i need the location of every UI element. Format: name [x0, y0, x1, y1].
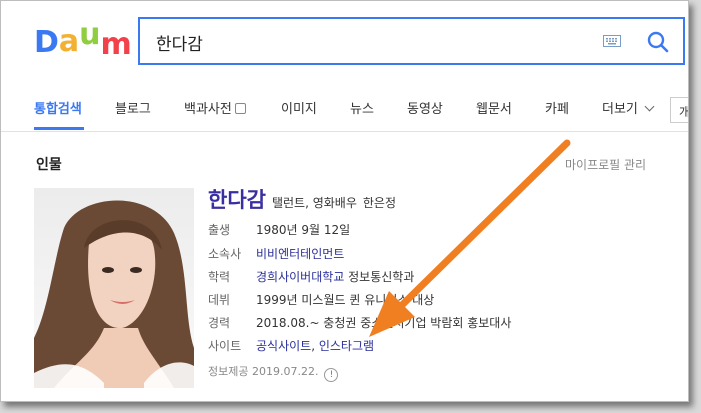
info-value: 1980년 9월 12일: [256, 223, 351, 237]
link-separator: ,: [311, 339, 319, 353]
info-value: 정보통신학과: [344, 270, 415, 284]
nav-extra-box[interactable]: 개: [670, 97, 688, 123]
info-icon[interactable]: !: [324, 368, 339, 382]
info-row-site: 사이트 공식사이트, 인스타그램: [208, 337, 374, 354]
logo-letter-u: u: [79, 17, 101, 52]
profile-manage-link[interactable]: 마이프로필 관리: [565, 156, 646, 173]
search-box: [138, 17, 685, 65]
info-row-agency: 소속사 비비엔터테인먼트: [208, 245, 344, 262]
person-photo[interactable]: [34, 188, 194, 388]
browser-page: D a u m 통합검색 블로그 백과사전 이미지 뉴스 동영상 웹문서 카페 …: [0, 0, 689, 402]
search-icon[interactable]: [645, 29, 671, 55]
info-row-birth: 출생 1980년 9월 12일: [208, 221, 350, 238]
section-title: 인물: [36, 157, 62, 173]
info-label: 소속사: [208, 247, 242, 261]
person-header: 한다감 탤런트, 영화배우 한은정: [208, 184, 396, 214]
logo-letter-a: a: [58, 24, 80, 59]
info-label: 학력: [208, 270, 231, 284]
info-label: 출생: [208, 223, 231, 237]
tab-integrated-search[interactable]: 통합검색: [34, 98, 82, 117]
tab-more-label: 더보기: [602, 102, 638, 117]
person-name-link[interactable]: 한다감: [208, 188, 266, 212]
search-tabs: 통합검색 블로그 백과사전 이미지 뉴스 동영상 웹문서 카페 더보기: [1, 89, 688, 132]
university-link[interactable]: 경희사이버대학교: [256, 270, 344, 284]
person-real-name: 한은정: [362, 196, 397, 210]
agency-link[interactable]: 비비엔터테인먼트: [256, 247, 344, 261]
tab-images[interactable]: 이미지: [281, 98, 317, 117]
source-label: 정보제공: [208, 365, 249, 378]
logo-letter-d: D: [34, 25, 59, 60]
tab-encyclopedia[interactable]: 백과사전: [184, 98, 246, 117]
tab-videos[interactable]: 동영상: [407, 98, 443, 117]
info-value: 2018.08.~ 충청권 중소벤처기업 박람회 홍보대사: [256, 316, 512, 330]
logo-letter-m: m: [100, 27, 132, 62]
tab-blog[interactable]: 블로그: [115, 98, 151, 117]
tab-more[interactable]: 더보기: [602, 98, 655, 117]
tab-encyclopedia-label: 백과사전: [184, 102, 232, 117]
keyboard-icon[interactable]: [603, 35, 621, 47]
active-tab-indicator: [34, 127, 84, 130]
info-label: 데뷔: [208, 293, 231, 307]
info-label: 사이트: [208, 339, 242, 353]
info-row-career: 경력 2018.08.~ 충청권 중소벤처기업 박람회 홍보대사: [208, 314, 511, 331]
dictionary-icon: [234, 103, 246, 114]
info-row-education: 학력 경희사이버대학교 정보통신학과: [208, 268, 414, 285]
info-source: 정보제공 2019.07.22.!: [208, 363, 339, 382]
tab-cafe[interactable]: 카페: [545, 98, 569, 117]
source-date: 2019.07.22.: [251, 365, 319, 378]
official-site-link[interactable]: 공식사이트: [256, 339, 311, 353]
info-label: 경력: [208, 316, 231, 330]
daum-logo[interactable]: D a u m: [34, 20, 132, 62]
info-row-debut: 데뷔 1999년 미스월드 퀸 유니버스 대상: [208, 291, 434, 308]
search-input[interactable]: [154, 28, 578, 56]
info-value: 1999년 미스월드 퀸 유니버스 대상: [256, 293, 435, 307]
portrait-illustration: [34, 200, 194, 388]
person-roles: 탤런트, 영화배우: [271, 196, 357, 210]
instagram-link[interactable]: 인스타그램: [319, 339, 374, 353]
tab-news[interactable]: 뉴스: [350, 98, 374, 117]
chevron-down-icon: [644, 101, 655, 112]
tab-web-documents[interactable]: 웹문서: [476, 98, 512, 117]
